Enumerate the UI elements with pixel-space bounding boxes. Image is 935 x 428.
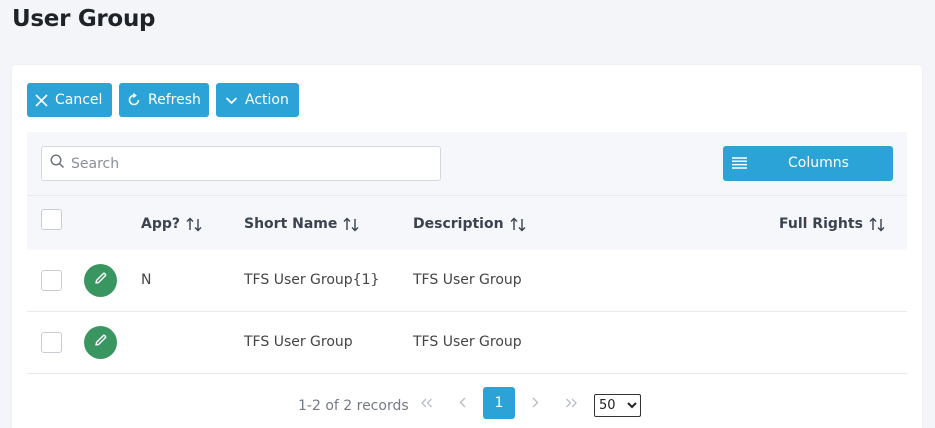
pencil-icon	[93, 333, 108, 353]
table-row[interactable]: N TFS User Group{1} TFS User Group	[27, 250, 907, 312]
toolbar: Cancel Refresh Action	[27, 83, 299, 117]
cell-description: TFS User Group	[413, 334, 522, 350]
cancel-label: Cancel	[55, 92, 103, 108]
prev-page-button[interactable]	[454, 395, 472, 413]
sort-icon	[343, 217, 359, 232]
grid-card: Cancel Refresh Action Columns	[12, 65, 922, 428]
page-button-current[interactable]: 1	[483, 387, 515, 419]
list-icon	[732, 157, 747, 173]
search-input[interactable]	[71, 155, 431, 172]
select-all-checkbox[interactable]	[41, 209, 62, 230]
cell-short-name: TFS User Group{1}	[244, 272, 380, 288]
columns-label: Columns	[788, 155, 849, 171]
chevron-right-icon	[531, 395, 539, 413]
pencil-icon	[93, 271, 108, 291]
column-header-short-name[interactable]: Short Name	[244, 216, 359, 232]
cell-description: TFS User Group	[413, 272, 522, 288]
grid-header: Columns App? Short Name Description Full…	[27, 132, 907, 250]
column-header-description[interactable]: Description	[413, 216, 526, 232]
cell-app: N	[141, 272, 152, 288]
next-page-button[interactable]	[526, 395, 544, 413]
action-button[interactable]: Action	[216, 83, 299, 117]
refresh-label: Refresh	[148, 92, 201, 108]
double-chevron-left-icon	[421, 395, 433, 413]
refresh-button[interactable]: Refresh	[119, 83, 209, 117]
page-title: User Group	[12, 6, 156, 32]
refresh-icon	[127, 93, 141, 107]
column-header-full-rights-label: Full Rights	[779, 216, 863, 232]
action-label: Action	[245, 92, 289, 108]
double-chevron-right-icon	[565, 395, 577, 413]
edit-button[interactable]	[84, 326, 117, 359]
columns-button[interactable]: Columns	[723, 146, 893, 181]
pagination: 1-2 of 2 records 1 50	[12, 387, 922, 422]
column-header-short-name-label: Short Name	[244, 216, 338, 232]
header-divider	[27, 195, 907, 196]
sort-icon	[186, 217, 202, 232]
close-icon	[35, 93, 48, 107]
edit-button[interactable]	[84, 264, 117, 297]
search-icon	[50, 153, 65, 174]
sort-icon	[510, 217, 526, 232]
column-header-full-rights[interactable]: Full Rights	[779, 216, 885, 232]
cell-short-name: TFS User Group	[244, 334, 353, 350]
column-header-app-label: App?	[141, 216, 180, 232]
search-box[interactable]	[41, 146, 441, 181]
row-checkbox[interactable]	[41, 332, 62, 353]
records-info: 1-2 of 2 records	[298, 398, 409, 414]
chevron-left-icon	[459, 395, 467, 413]
table-row[interactable]: TFS User Group TFS User Group	[27, 312, 907, 374]
first-page-button[interactable]	[418, 395, 436, 413]
sort-icon	[869, 217, 885, 232]
page-size-select[interactable]: 50	[594, 394, 641, 417]
last-page-button[interactable]	[562, 395, 580, 413]
column-header-app[interactable]: App?	[141, 216, 202, 232]
row-checkbox[interactable]	[41, 270, 62, 291]
column-header-description-label: Description	[413, 216, 504, 232]
chevron-down-icon	[224, 93, 238, 107]
cancel-button[interactable]: Cancel	[27, 83, 112, 117]
